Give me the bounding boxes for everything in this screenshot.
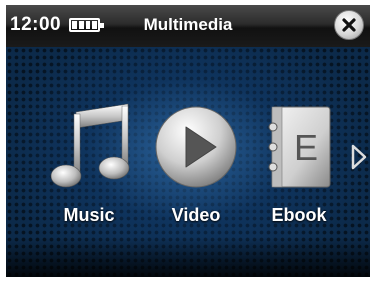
play-icon [155, 106, 237, 188]
menu-item-label: Music [63, 205, 115, 225]
close-icon [342, 18, 356, 32]
device-screen: 12:00 Multimedia Music Video E Ebook [6, 5, 370, 277]
menu-item-label: Video [171, 205, 221, 225]
menu-item-music[interactable]: Music [34, 47, 144, 237]
music-icon [50, 103, 130, 188]
menu-item-label: Ebook [271, 205, 327, 225]
status-bar: 12:00 Multimedia [6, 5, 370, 47]
ebook-icon: E [268, 106, 331, 188]
ebook-letter: E [294, 127, 318, 168]
menu-item-video[interactable]: Video [141, 47, 251, 237]
next-page-arrow-icon[interactable] [350, 143, 368, 171]
page-title: Multimedia [143, 15, 233, 34]
menu-area: Music Video E Ebook [6, 47, 370, 277]
close-button[interactable] [334, 10, 364, 40]
menu-item-ebook[interactable]: E Ebook [244, 47, 354, 237]
